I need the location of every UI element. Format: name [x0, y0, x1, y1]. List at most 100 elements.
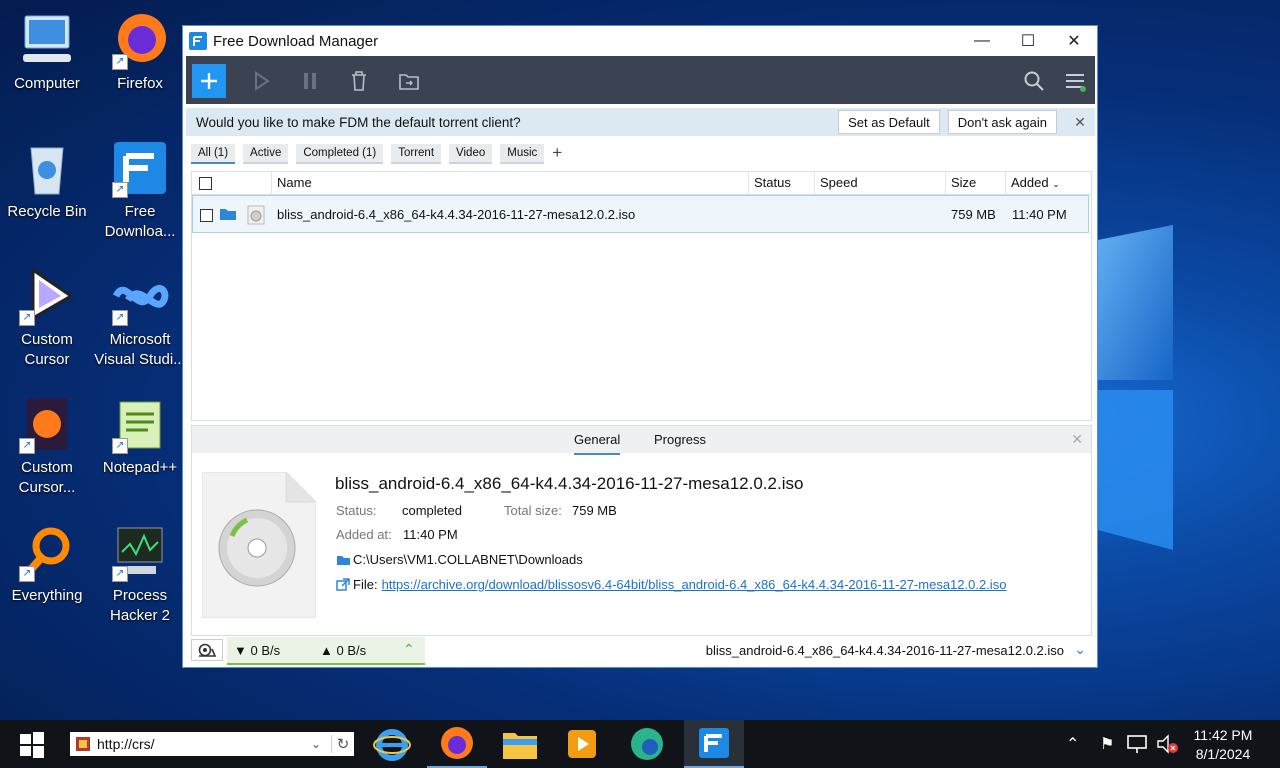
desktop-icon-label: Recycle Bin: [7, 203, 87, 220]
taskbar-edge[interactable]: [617, 720, 677, 768]
speed-indicator[interactable]: ▼ 0 B/s ▲ 0 B/s ⌃: [227, 637, 425, 665]
plus-icon: [201, 73, 217, 89]
address-bar[interactable]: http://crs/ ⌄ ↻: [70, 732, 354, 756]
tab-general[interactable]: General: [574, 426, 621, 455]
download-folder[interactable]: C:\Users\VM1.COLLABNET\Downloads: [336, 552, 583, 567]
snail-icon: [198, 643, 217, 657]
taskbar-ie[interactable]: [362, 720, 422, 768]
desktop-icon-label: Notepad++: [102, 459, 178, 476]
tab-torrent[interactable]: Torrent: [391, 144, 442, 164]
upload-speed: ▲ 0 B/s: [320, 643, 367, 658]
desktop-icon-process-hacker[interactable]: ↗ Process Hacker 2: [94, 522, 186, 626]
taskbar-file-explorer[interactable]: [490, 720, 550, 768]
resume-button[interactable]: [244, 64, 278, 98]
address-dropdown-icon[interactable]: ⌄: [311, 737, 331, 751]
start-button[interactable]: [4, 720, 60, 768]
iso-large-file-icon: [202, 472, 316, 618]
tab-video[interactable]: Video: [449, 144, 493, 164]
total-size-value: 759 MB: [572, 503, 617, 518]
select-all-cell: [192, 172, 269, 194]
desktop-icon-firefox[interactable]: ↗ Firefox: [94, 10, 186, 94]
computer-icon: [23, 15, 71, 62]
clock[interactable]: 11:42 PM 8/1/2024: [1190, 726, 1256, 764]
shortcut-arrow-icon: ↗: [19, 438, 35, 454]
desktop-icon-label: Computer: [14, 75, 80, 92]
close-window-button[interactable]: ✕: [1051, 26, 1097, 56]
filter-tabs: All (1) Active Completed (1) Torrent Vid…: [191, 144, 562, 164]
row-checkbox[interactable]: [200, 209, 213, 222]
desktop-icon-label: Custom Cursor: [21, 331, 73, 368]
show-hidden-icons-button[interactable]: ⌃: [1066, 734, 1079, 754]
add-download-button[interactable]: [192, 64, 226, 98]
desktop-icon-label: Process Hacker 2: [109, 587, 171, 624]
play-icon: [255, 71, 270, 91]
column-added[interactable]: Added ⌄: [1005, 172, 1091, 194]
shortcut-arrow-icon: ↗: [19, 566, 35, 582]
details-tabs: General Progress ✕: [192, 426, 1091, 455]
window-title: Free Download Manager: [213, 32, 379, 50]
tab-all[interactable]: All (1): [191, 144, 236, 164]
set-as-default-button[interactable]: Set as Default: [838, 110, 940, 134]
file-url-link[interactable]: https://archive.org/download/blissosv6.4…: [382, 577, 1007, 592]
desktop-icon-fdm[interactable]: ↗ Free Downloa...: [94, 138, 186, 242]
volume-muted-icon[interactable]: [1156, 733, 1180, 755]
list-header: Name Status Speed Size Added ⌄: [192, 172, 1091, 195]
taskbar-firefox[interactable]: [427, 720, 487, 768]
snail-mode-button[interactable]: [191, 639, 223, 661]
action-center-flag-icon[interactable]: ⚑: [1100, 734, 1114, 754]
column-size[interactable]: Size: [945, 172, 1005, 194]
taskbar-media-player[interactable]: [552, 720, 612, 768]
chevron-down-icon[interactable]: ⌄: [1074, 641, 1086, 658]
column-status[interactable]: Status: [748, 172, 812, 194]
taskbar-fdm[interactable]: [684, 720, 744, 768]
desktop-icon-custom-cursor[interactable]: ↗ Custom Cursor: [1, 266, 93, 370]
download-speed: ▼ 0 B/s: [234, 643, 281, 658]
details-panel: General Progress ✕ bliss_android-6.4_x86…: [191, 425, 1092, 636]
tab-music[interactable]: Music: [500, 144, 545, 164]
delete-button[interactable]: [342, 64, 376, 98]
desktop-icon-computer[interactable]: Computer: [1, 10, 93, 94]
tab-progress[interactable]: Progress: [654, 426, 706, 453]
internet-explorer-icon: [373, 729, 411, 761]
status-value: completed: [402, 503, 462, 518]
refresh-icon[interactable]: ↻: [331, 735, 354, 753]
status-bar: ▼ 0 B/s ▲ 0 B/s ⌃ bliss_android-6.4_x86_…: [191, 637, 1090, 665]
desktop-icon-visual-studio[interactable]: ↗ Microsoft Visual Studi...: [94, 266, 186, 370]
shortcut-arrow-icon: ↗: [19, 310, 35, 326]
column-speed[interactable]: Speed: [814, 172, 944, 194]
toolbar: [186, 56, 1095, 104]
close-details-icon[interactable]: ✕: [1071, 426, 1083, 453]
desktop-icon-everything[interactable]: ↗ Everything: [1, 522, 93, 606]
iso-file-icon: [247, 205, 265, 228]
details-filename: bliss_android-6.4_x86_64-k4.4.34-2016-11…: [335, 474, 804, 493]
column-added-label: Added: [1011, 175, 1049, 190]
desktop-icon-custom-cursor-firefox[interactable]: ↗ Custom Cursor...: [1, 394, 93, 498]
title-bar[interactable]: Free Download Manager — ☐ ✕: [183, 26, 1097, 56]
open-folder-icon[interactable]: [219, 207, 237, 224]
move-to-button[interactable]: [392, 64, 426, 98]
table-row[interactable]: bliss_android-6.4_x86_64-k4.4.34-2016-11…: [192, 195, 1089, 233]
select-all-checkbox[interactable]: [199, 177, 212, 190]
dont-ask-again-button[interactable]: Don't ask again: [947, 110, 1057, 134]
windows-logo-wallpaper: [1098, 225, 1173, 550]
shortcut-arrow-icon: ↗: [112, 566, 128, 582]
column-name[interactable]: Name: [271, 172, 747, 194]
desktop-icon-notepadpp[interactable]: ↗ Notepad++: [94, 394, 186, 478]
network-icon[interactable]: [1126, 734, 1148, 754]
downloads-list: Name Status Speed Size Added ⌄ bliss_and…: [191, 171, 1092, 421]
recycle-bin-icon: [30, 147, 64, 195]
close-prompt-icon[interactable]: ✕: [1065, 114, 1095, 131]
minimize-button[interactable]: —: [959, 26, 1005, 56]
shortcut-arrow-icon: ↗: [112, 438, 128, 454]
tab-active[interactable]: Active: [243, 144, 289, 164]
menu-button[interactable]: [1058, 64, 1092, 98]
row-name: bliss_android-6.4_x86_64-k4.4.34-2016-11…: [277, 207, 636, 222]
desktop-icon-recycle-bin[interactable]: Recycle Bin: [1, 138, 93, 222]
pause-button[interactable]: [294, 64, 328, 98]
row-added: 11:40 PM: [1012, 207, 1067, 222]
external-link-icon: [336, 578, 350, 591]
maximize-button[interactable]: ☐: [1005, 26, 1051, 56]
add-tag-button[interactable]: +: [552, 144, 562, 164]
tab-completed[interactable]: Completed (1): [296, 144, 384, 164]
search-button[interactable]: [1017, 64, 1051, 98]
